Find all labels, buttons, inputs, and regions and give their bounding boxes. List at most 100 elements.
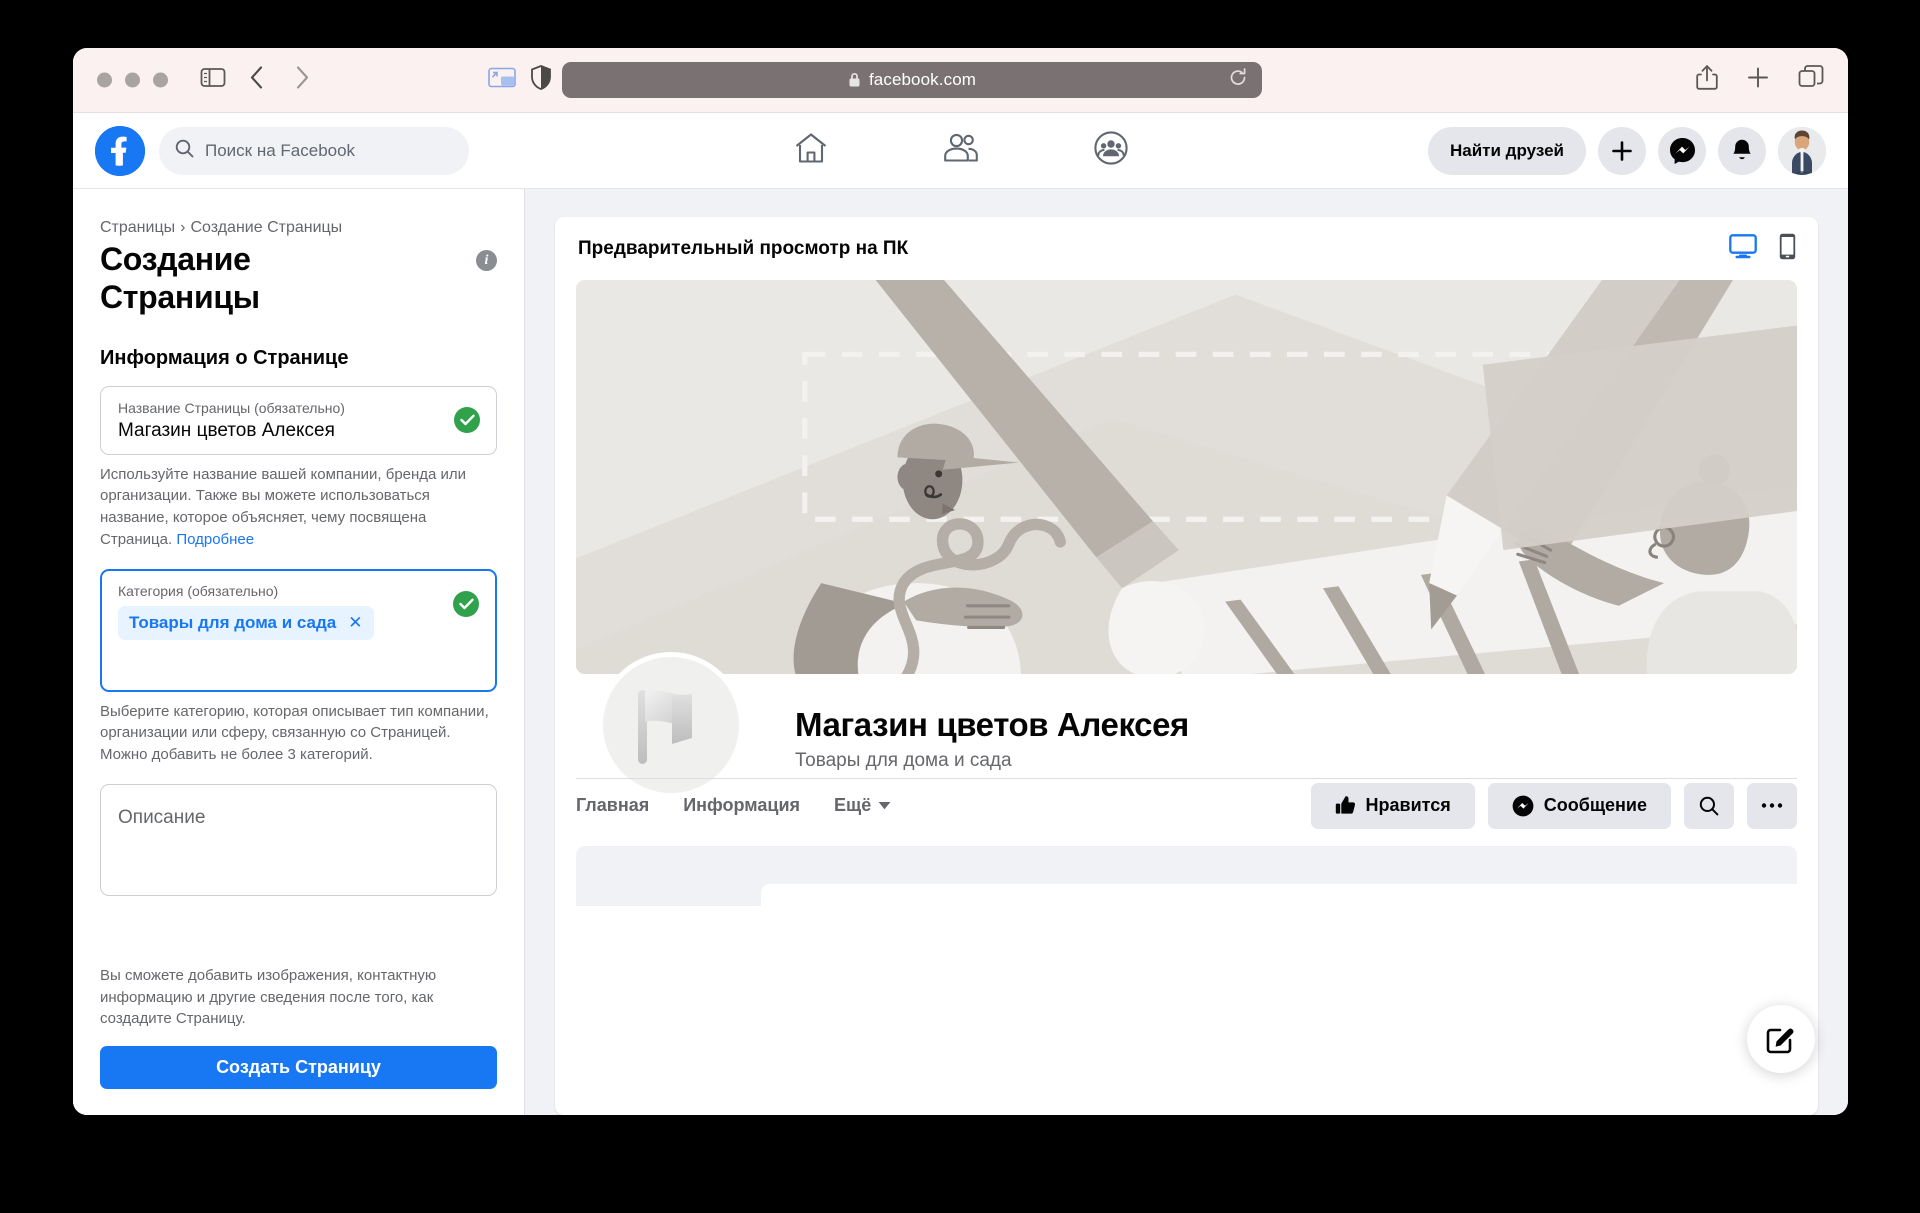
groups-icon[interactable] xyxy=(1093,131,1128,170)
preview-nav-item-more-label: Ещё xyxy=(834,795,872,815)
preview-nav-item-home-label: Главная xyxy=(576,795,650,815)
preview-feed-placeholder xyxy=(576,846,1797,906)
page-more-button[interactable] xyxy=(1747,782,1797,829)
page-name-field[interactable]: Название Страницы (обязательно) Магазин … xyxy=(100,385,497,455)
preview-page-actions: Нравится Сообщение xyxy=(1310,782,1797,829)
category-chip-label: Товары для дома и сада xyxy=(129,612,337,632)
category-chip[interactable]: Товары для дома и сада ✕ xyxy=(118,605,374,640)
new-tab-plus-icon[interactable] xyxy=(1746,66,1770,95)
preview-page-category: Товары для дома и сада xyxy=(795,750,1012,771)
ellipsis-icon xyxy=(1761,803,1783,808)
preview-heading: Предварительный просмотр на ПК xyxy=(578,237,909,259)
privacy-shield-icon[interactable] xyxy=(531,65,551,95)
preview-nav-item-home[interactable]: Главная xyxy=(576,795,649,816)
compose-edit-fab-button[interactable] xyxy=(1747,1005,1815,1073)
message-button-label: Сообщение xyxy=(1543,795,1647,815)
close-window-button[interactable] xyxy=(97,72,112,88)
category-valid-check-icon xyxy=(453,590,479,617)
page-content: Страницы › Создание Страницы Создание Стра… xyxy=(73,189,1848,1115)
preview-nav-item-more[interactable]: Ещё xyxy=(834,795,891,816)
breadcrumb-current: Создание Страницы xyxy=(190,219,343,236)
description-placeholder: Описание xyxy=(118,806,206,828)
form-footer-note: Вы сможете добавить изображения, контакт… xyxy=(100,966,437,1028)
category-field[interactable]: Категория (обязательно) Товары для дома … xyxy=(100,568,497,692)
search-icon xyxy=(1699,796,1719,815)
maximize-window-button[interactable] xyxy=(153,72,168,88)
create-page-button[interactable]: Создать Страницу xyxy=(100,1046,497,1089)
chevron-down-icon xyxy=(878,802,891,810)
facebook-logo-icon[interactable] xyxy=(95,125,145,176)
plus-icon xyxy=(1612,140,1632,161)
search-input-placeholder: Поиск на Facebook xyxy=(205,140,356,160)
tab-overview-icon[interactable] xyxy=(1798,65,1824,96)
thumbs-up-icon xyxy=(1335,796,1355,814)
back-arrow-icon[interactable] xyxy=(249,65,265,96)
page-title-line1: Создание xyxy=(100,241,251,277)
minimize-window-button[interactable] xyxy=(125,72,140,88)
desktop-monitor-icon[interactable] xyxy=(1729,233,1757,264)
description-field[interactable]: Описание xyxy=(100,783,497,896)
preview-page-name: Магазин цветов Алексея xyxy=(795,706,1189,743)
messenger-icon xyxy=(1512,795,1534,816)
breadcrumb-root[interactable]: Страницы xyxy=(100,219,175,236)
avatar[interactable] xyxy=(1778,126,1826,175)
page-title-line2: Страницы xyxy=(100,278,260,315)
cover-illustration xyxy=(576,280,1797,674)
notifications-button[interactable] xyxy=(1718,126,1766,175)
search-icon xyxy=(175,139,194,163)
preview-nav-item-about[interactable]: Информация xyxy=(683,795,800,816)
profile-picture-placeholder[interactable] xyxy=(598,652,744,798)
page-name-helper-text: Используйте название вашей компании, бре… xyxy=(100,465,467,548)
message-button[interactable]: Сообщение xyxy=(1487,782,1671,829)
find-friends-button[interactable]: Найти друзей xyxy=(1428,126,1586,175)
page-name-value: Магазин цветов Алексея xyxy=(118,419,335,441)
breadcrumb-separator: › xyxy=(180,219,186,236)
sidebar-toggle-icon[interactable] xyxy=(200,67,226,94)
preview-profile-row: Магазин цветов Алексея Товары для дома и… xyxy=(555,652,1818,798)
address-bar-url: facebook.com xyxy=(868,70,977,89)
messenger-icon xyxy=(1669,138,1695,164)
preview-area: Предварительный просмотр на ПК Магазин ц… xyxy=(525,189,1848,1115)
like-button[interactable]: Нравится xyxy=(1310,782,1475,829)
preview-device-toggles xyxy=(1729,233,1796,265)
page-name-valid-check-icon xyxy=(454,406,480,433)
create-menu-button[interactable] xyxy=(1598,126,1646,175)
bell-icon xyxy=(1733,139,1751,159)
browser-window: facebook.com Поиск на Facebook Найти дру… xyxy=(73,48,1848,1115)
create-page-form-panel: Страницы › Создание Страницы Создание Стра… xyxy=(73,189,525,1115)
share-icon[interactable] xyxy=(1696,65,1718,96)
home-icon[interactable] xyxy=(794,132,828,169)
address-bar[interactable]: facebook.com xyxy=(562,62,1262,98)
facebook-primary-nav xyxy=(794,131,1128,170)
form-footer: Вы сможете добавить изображения, контакт… xyxy=(73,952,524,1115)
reload-icon[interactable] xyxy=(1228,68,1248,93)
messenger-button[interactable] xyxy=(1658,126,1706,175)
lock-icon xyxy=(848,72,861,88)
breadcrumb: Страницы › Создание Страницы xyxy=(100,219,497,237)
mobile-phone-icon[interactable] xyxy=(1779,233,1796,265)
preview-header: Предварительный просмотр на ПК xyxy=(555,217,1818,280)
page-name-helper-link[interactable]: Подробнее xyxy=(176,531,254,548)
like-button-label: Нравится xyxy=(1365,795,1451,815)
forward-arrow-icon[interactable] xyxy=(294,65,310,96)
category-helper: Выберите категорию, которая описывает ти… xyxy=(100,702,489,764)
compose-edit-icon xyxy=(1766,1028,1794,1054)
cover-photo-placeholder[interactable] xyxy=(576,280,1797,674)
category-chip-remove-icon[interactable]: ✕ xyxy=(348,613,362,633)
facebook-header-actions: Найти друзей xyxy=(1428,126,1826,175)
page-title: Создание Страницы xyxy=(100,241,260,317)
friends-icon[interactable] xyxy=(943,133,979,168)
page-search-button[interactable] xyxy=(1684,782,1734,829)
window-traffic-lights xyxy=(97,72,168,88)
search-input[interactable]: Поиск на Facebook xyxy=(159,126,469,175)
preview-nav-item-about-label: Информация xyxy=(683,795,801,815)
page-name-label: Название Страницы (обязательно) xyxy=(118,399,345,416)
flag-icon xyxy=(638,690,692,764)
preview-page-identity: Магазин цветов Алексея Товары для дома и… xyxy=(795,706,1189,778)
info-icon[interactable]: i xyxy=(476,250,497,271)
browser-toolbar: facebook.com xyxy=(73,48,1848,113)
category-label: Категория (обязательно) xyxy=(118,582,279,599)
picture-in-picture-icon[interactable] xyxy=(488,67,516,94)
facebook-header: Поиск на Facebook Найти друзей xyxy=(73,113,1848,189)
section-heading: Информация о Странице xyxy=(100,346,349,369)
